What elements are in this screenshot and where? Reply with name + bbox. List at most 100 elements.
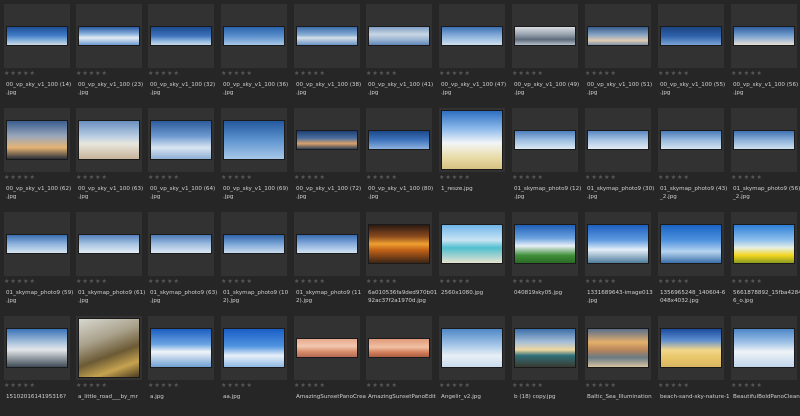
thumbnail-item[interactable]: ★★★★★ 00_vp_sky_v1_100 (49) .jpg — [512, 4, 582, 104]
thumbnail-frame[interactable] — [658, 212, 724, 276]
thumbnail-frame[interactable] — [512, 4, 578, 68]
rating-stars[interactable]: ★★★★★ — [294, 382, 326, 390]
thumbnail-frame[interactable] — [221, 316, 287, 380]
thumbnail-item[interactable]: ★★★★★ 01_skymap_photo9 (43) _2.jpg — [658, 108, 728, 208]
thumbnail-item[interactable]: ★★★★★ 1_resze.jpg — [439, 108, 509, 208]
rating-stars[interactable]: ★★★★★ — [512, 278, 544, 286]
thumbnail-frame[interactable] — [512, 108, 578, 172]
rating-stars[interactable]: ★★★★★ — [221, 278, 253, 286]
rating-stars[interactable]: ★★★★★ — [221, 70, 253, 78]
thumbnail-item[interactable]: ★★★★★ 01_skymap_photo9 (30) .jpg — [585, 108, 655, 208]
rating-stars[interactable]: ★★★★★ — [512, 70, 544, 78]
thumbnail-item[interactable]: ★★★★★ Baltic_Sea_Illumination — [585, 316, 655, 416]
rating-stars[interactable]: ★★★★★ — [294, 174, 326, 182]
thumbnail-item[interactable]: ★★★★★ 01_skymap_photo9 (63) .jpg — [148, 212, 218, 312]
thumbnail-frame[interactable] — [658, 316, 724, 380]
thumbnail-item[interactable]: ★★★★★ 5661878892_15fba4284 6_o.jpg — [731, 212, 800, 312]
rating-stars[interactable]: ★★★★★ — [4, 70, 36, 78]
rating-stars[interactable]: ★★★★★ — [4, 278, 36, 286]
rating-stars[interactable]: ★★★★★ — [76, 278, 108, 286]
thumbnail-item[interactable]: ★★★★★ 00_vp_sky_v1_100 (80) .jpg — [366, 108, 436, 208]
rating-stars[interactable]: ★★★★★ — [294, 278, 326, 286]
thumbnail-frame[interactable] — [148, 316, 214, 380]
thumbnail-frame[interactable] — [731, 316, 797, 380]
thumbnail-frame[interactable] — [366, 108, 432, 172]
thumbnail-item[interactable]: ★★★★★ 01_skymap_photo9 (10 2).jpg — [221, 212, 291, 312]
thumbnail-frame[interactable] — [439, 108, 505, 172]
thumbnail-item[interactable]: ★★★★★ 01_skymap_photo9 (11 2).jpg — [294, 212, 364, 312]
rating-stars[interactable]: ★★★★★ — [366, 174, 398, 182]
thumbnail-item[interactable]: ★★★★★ 6a010536fa9ded970b01 92ac37f2a1970d… — [366, 212, 437, 312]
thumbnail-item[interactable]: ★★★★★ 1510201614195316? — [4, 316, 74, 416]
thumbnail-item[interactable]: ★★★★★ 01_skymap_photo9 (56) _2.jpg — [731, 108, 800, 208]
thumbnail-frame[interactable] — [439, 212, 505, 276]
thumbnail-frame[interactable] — [294, 212, 360, 276]
thumbnail-frame[interactable] — [439, 316, 505, 380]
thumbnail-item[interactable]: ★★★★★ 01_skymap_photo9 (12) .jpg — [512, 108, 582, 208]
thumbnail-item[interactable]: ★★★★★ 00_vp_sky_v1_100 (72) .jpg — [294, 108, 364, 208]
rating-stars[interactable]: ★★★★★ — [148, 278, 180, 286]
thumbnail-frame[interactable] — [4, 4, 70, 68]
thumbnail-item[interactable]: ★★★★★ b (18) copy.jpg — [512, 316, 582, 416]
rating-stars[interactable]: ★★★★★ — [221, 382, 253, 390]
thumbnail-frame[interactable] — [439, 4, 505, 68]
thumbnail-frame[interactable] — [76, 108, 142, 172]
thumbnail-frame[interactable] — [148, 108, 214, 172]
thumbnail-item[interactable]: ★★★★★ 00_vp_sky_v1_100 (62) .jpg — [4, 108, 74, 208]
thumbnail-item[interactable]: ★★★★★ 01_skymap_photo9 (61) .jpg — [76, 212, 146, 312]
rating-stars[interactable]: ★★★★★ — [439, 70, 471, 78]
thumbnail-frame[interactable] — [512, 316, 578, 380]
rating-stars[interactable]: ★★★★★ — [731, 278, 763, 286]
thumbnail-frame[interactable] — [76, 212, 142, 276]
thumbnail-frame[interactable] — [512, 212, 578, 276]
thumbnail-item[interactable]: ★★★★★ 040819sky05.jpg — [512, 212, 582, 312]
thumbnail-item[interactable]: ★★★★★ 00_vp_sky_v1_100 (38) .jpg — [294, 4, 364, 104]
thumbnail-frame[interactable] — [221, 212, 287, 276]
thumbnail-frame[interactable] — [221, 4, 287, 68]
thumbnail-item[interactable]: ★★★★★ 00_vp_sky_v1_100 (64) .jpg — [148, 108, 218, 208]
rating-stars[interactable]: ★★★★★ — [366, 70, 398, 78]
thumbnail-item[interactable]: ★★★★★ 00_vp_sky_v1_100 (63) .jpg — [76, 108, 146, 208]
thumbnail-frame[interactable] — [731, 4, 797, 68]
rating-stars[interactable]: ★★★★★ — [731, 70, 763, 78]
thumbnail-frame[interactable] — [366, 212, 432, 276]
thumbnail-frame[interactable] — [76, 4, 142, 68]
thumbnail-frame[interactable] — [4, 316, 70, 380]
thumbnail-frame[interactable] — [4, 108, 70, 172]
thumbnail-item[interactable]: ★★★★★ AmazingSunsetPanoCrea — [294, 316, 366, 416]
rating-stars[interactable]: ★★★★★ — [294, 70, 326, 78]
thumbnail-frame[interactable] — [731, 212, 797, 276]
rating-stars[interactable]: ★★★★★ — [512, 174, 544, 182]
thumbnail-item[interactable]: ★★★★★ aa.jpg — [221, 316, 291, 416]
rating-stars[interactable]: ★★★★★ — [439, 174, 471, 182]
rating-stars[interactable]: ★★★★★ — [439, 382, 471, 390]
rating-stars[interactable]: ★★★★★ — [4, 382, 36, 390]
thumbnail-item[interactable]: ★★★★★ 00_vp_sky_v1_100 (47) .jpg — [439, 4, 509, 104]
thumbnail-item[interactable]: ★★★★★ 00_vp_sky_v1_100 (23) .jpg — [76, 4, 146, 104]
thumbnail-item[interactable]: ★★★★★ 2560x1080.jpg — [439, 212, 509, 312]
thumbnail-item[interactable]: ★★★★★ 00_vp_sky_v1_100 (51) .jpg — [585, 4, 655, 104]
thumbnail-item[interactable]: ★★★★★ 00_vp_sky_v1_100 (32) .jpg — [148, 4, 218, 104]
thumbnail-frame[interactable] — [4, 212, 70, 276]
thumbnail-frame[interactable] — [366, 316, 432, 380]
thumbnail-item[interactable]: ★★★★★ 01_skymap_photo9 (59) .jpg — [4, 212, 74, 312]
thumbnail-frame[interactable] — [221, 108, 287, 172]
rating-stars[interactable]: ★★★★★ — [585, 70, 617, 78]
thumbnail-item[interactable]: ★★★★★ a_little_road___by_mr — [76, 316, 146, 416]
thumbnail-item[interactable]: ★★★★★ beach-sand-sky-nature-1 — [658, 316, 730, 416]
rating-stars[interactable]: ★★★★★ — [585, 174, 617, 182]
thumbnail-item[interactable]: ★★★★★ 00_vp_sky_v1_100 (41) .jpg — [366, 4, 436, 104]
rating-stars[interactable]: ★★★★★ — [366, 382, 398, 390]
thumbnail-item[interactable]: ★★★★★ 1356965248_140604-6 048x4032.jpg — [658, 212, 728, 312]
rating-stars[interactable]: ★★★★★ — [585, 382, 617, 390]
thumbnail-frame[interactable] — [658, 108, 724, 172]
thumbnail-frame[interactable] — [585, 4, 651, 68]
rating-stars[interactable]: ★★★★★ — [439, 278, 471, 286]
rating-stars[interactable]: ★★★★★ — [148, 174, 180, 182]
thumbnail-item[interactable]: ★★★★★ 00_vp_sky_v1_100 (55) .jpg — [658, 4, 728, 104]
rating-stars[interactable]: ★★★★★ — [76, 70, 108, 78]
rating-stars[interactable]: ★★★★★ — [658, 174, 690, 182]
rating-stars[interactable]: ★★★★★ — [221, 174, 253, 182]
thumbnail-frame[interactable] — [148, 4, 214, 68]
rating-stars[interactable]: ★★★★★ — [731, 382, 763, 390]
